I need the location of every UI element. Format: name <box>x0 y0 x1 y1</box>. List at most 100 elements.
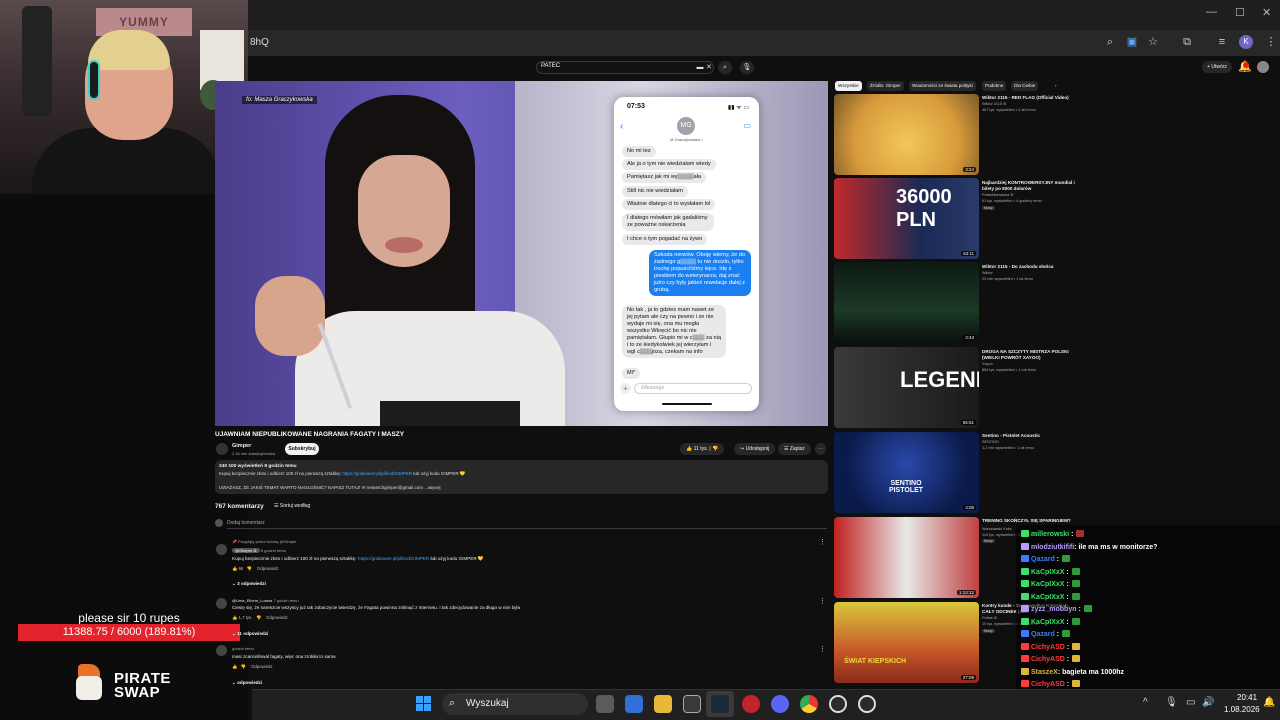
chip-all[interactable]: Wszystkie <box>835 81 862 91</box>
share-button[interactable]: ↪ Udostępnij <box>734 443 776 455</box>
more-actions-button[interactable]: ⋯ <box>815 443 826 455</box>
video-title[interactable]: DROGA NA SZCZYTY MISTRZA POLSKI (WIELKI … <box>982 349 1078 361</box>
comment-menu-icon[interactable]: ⋮ <box>819 538 826 546</box>
video-thumbnail[interactable]: SENTINO PISTOLET 3:08 <box>834 432 979 513</box>
video-description[interactable]: 240 100 wyświetleń 8 godzin temu Kupuj b… <box>215 460 828 494</box>
create-button[interactable]: + Utwórz <box>1202 61 1232 73</box>
chat-username[interactable]: millerowski <box>1031 531 1069 538</box>
video-channel[interactable]: Polsat ⊛ <box>982 616 997 621</box>
chat-username[interactable]: mlodziutkififi <box>1031 544 1074 551</box>
chat-username[interactable]: CichyASD <box>1031 656 1065 663</box>
chat-username[interactable]: KaCpIXxX <box>1031 619 1064 626</box>
video-thumbnail[interactable]: 36000 PLN 53:11 <box>834 178 979 259</box>
chrome-icon[interactable] <box>800 695 818 713</box>
account-avatar[interactable] <box>1257 61 1269 73</box>
video-thumbnail[interactable]: 3:43 <box>834 262 979 343</box>
store-icon[interactable] <box>683 695 701 713</box>
video-thumbnail[interactable]: 1:13:12 <box>834 517 979 598</box>
comment-actions[interactable]: 👍 👎 Odpowiedz <box>232 664 273 670</box>
comment-replies-toggle[interactable]: ⌄ 11 odpowiedzi <box>232 631 268 637</box>
windows-start-icon[interactable] <box>416 696 432 712</box>
video-title[interactable]: Wiktor 2115 - Do zachodu słońca <box>982 264 1078 270</box>
profile-avatar[interactable]: K <box>1239 35 1253 49</box>
chat-username[interactable]: StaszeX <box>1031 669 1058 676</box>
channel-name[interactable]: Gimper <box>232 443 251 449</box>
add-comment-input[interactable]: Dodaj komentarz <box>227 520 265 526</box>
chip-politics[interactable]: Wiadomości ze świata polityki <box>909 81 976 91</box>
comment-actions[interactable]: 👍 96 👎 Odpowiedz <box>232 566 279 572</box>
video-channel[interactable]: Wiktor <box>982 271 993 276</box>
channel-avatar[interactable] <box>216 443 228 455</box>
clear-search-icon[interactable]: ✕ <box>702 61 716 74</box>
mic-icon[interactable]: 🎙 <box>1165 697 1178 708</box>
chip-for-you[interactable]: Dla Ciebie <box>1011 81 1039 91</box>
chat-username[interactable]: Qazard <box>1031 556 1055 563</box>
chat-username[interactable]: KaCpIXxX <box>1031 569 1064 576</box>
taskbar-time[interactable]: 20:41 <box>1237 693 1257 702</box>
video-title[interactable]: Sentino - Pistolet Acoustic <box>982 433 1078 439</box>
chips-next-icon[interactable]: › <box>1052 81 1060 91</box>
menu-icon[interactable]: ⋮ <box>1264 35 1278 49</box>
media-control-icon[interactable]: ≡ <box>1215 35 1229 49</box>
app-red-icon[interactable] <box>742 695 760 713</box>
taskbar-date[interactable]: 1.08.2026 <box>1224 705 1260 714</box>
comment-replies-toggle[interactable]: ⌄ odpowiedzi <box>232 680 262 686</box>
comment-author[interactable]: @Uma_Elhem_Lumos 7 godzin temu <box>232 598 299 603</box>
video-channel[interactable]: Xayoo <box>982 362 993 367</box>
save-button[interactable]: ☰ Zapisz <box>778 443 811 455</box>
comment-menu-icon[interactable]: ⋮ <box>819 645 826 653</box>
video-channel[interactable]: Warszawski Koks <box>982 527 1012 532</box>
volume-icon[interactable]: 🔊 <box>1202 697 1214 708</box>
extension-active-icon[interactable]: ▣ <box>1125 35 1139 49</box>
chat-username[interactable]: CichyASD <box>1031 681 1065 688</box>
video-title[interactable]: Najbardziej KONTROWERSYJNY mundial i bil… <box>982 180 1078 192</box>
comment-actions[interactable]: 👍 1,7 tys. 👎 Odpowiedz <box>232 615 288 621</box>
minimize-button[interactable]: — <box>1206 6 1217 18</box>
search-icon[interactable]: ⌕ <box>718 61 732 74</box>
chevron-up-icon[interactable]: ^ <box>1143 697 1148 708</box>
zoom-icon[interactable]: ⌕ <box>1103 35 1117 49</box>
like-button[interactable]: 👍 11 tys. | 👎 <box>680 443 725 455</box>
folder-icon[interactable] <box>654 695 672 713</box>
voice-search-icon[interactable]: 🎙 <box>740 61 754 74</box>
network-icon[interactable]: ▭ <box>1186 697 1195 708</box>
url-text[interactable]: 8hQ <box>250 37 269 48</box>
video-thumbnail[interactable]: 3:24 <box>834 94 979 175</box>
chip-similar[interactable]: Podobne <box>982 81 1007 91</box>
steam-icon[interactable] <box>711 695 729 713</box>
comment-replies-toggle[interactable]: ⌄ 3 odpowiedzi <box>232 581 266 587</box>
chat-username[interactable]: KaCpIXxX <box>1031 581 1064 588</box>
chat-username[interactable]: CichyASD <box>1031 644 1065 651</box>
video-channel[interactable]: PolskiMaradona ⊛ <box>982 193 1013 198</box>
comment-avatar[interactable] <box>216 544 227 555</box>
discord-icon[interactable] <box>771 695 789 713</box>
notification-icon[interactable]: 🔔 <box>1263 697 1275 708</box>
video-title[interactable]: TRENING SKOŃCZYŁ SIĘ SPARINGIEM? <box>982 518 1078 524</box>
comment-author[interactable]: @Gimper ⊛ 8 godzin temu <box>232 548 286 553</box>
chat-username[interactable]: KaCpIXxX <box>1031 594 1064 601</box>
bookmark-star-icon[interactable]: ☆ <box>1146 35 1160 49</box>
video-thumbnail[interactable]: ŚWIAT KIEPSKICH 27:09 <box>834 602 979 683</box>
comment-author[interactable]: godzin temu <box>232 646 254 651</box>
search-input[interactable] <box>536 61 714 74</box>
sort-comments-button[interactable]: ☰ Sortuj według <box>274 503 310 509</box>
mail-icon[interactable] <box>625 695 643 713</box>
sponsor-link[interactable]: https://goldsaver.pl/pl/kod/GIMPER <box>342 471 412 476</box>
comment-avatar[interactable] <box>216 598 227 609</box>
video-title[interactable]: Wiktor 2115 - RED FLAG (Official Video) <box>982 95 1078 101</box>
comment-avatar[interactable] <box>216 645 227 656</box>
chat-username[interactable]: zyzz_mobbyn <box>1031 606 1077 613</box>
subscribe-button[interactable]: Subskrybuj <box>285 443 319 455</box>
chat-username[interactable]: Qazard <box>1031 631 1055 638</box>
video-channel[interactable]: Wiktor 2115 ⊛ <box>982 102 1006 107</box>
video-channel[interactable]: SENTINO <box>982 440 999 445</box>
comment-menu-icon[interactable]: ⋮ <box>819 597 826 605</box>
video-thumbnail[interactable]: LEGENDY 55:51 <box>834 347 979 428</box>
chip-source[interactable]: Źródło: Gimper <box>867 81 904 91</box>
close-button[interactable]: ✕ <box>1262 6 1271 19</box>
obs2-icon[interactable] <box>858 695 876 713</box>
maximize-button[interactable]: ☐ <box>1235 6 1245 19</box>
obs-icon[interactable] <box>829 695 847 713</box>
extensions-icon[interactable]: ⧉ <box>1180 35 1194 49</box>
file-icon[interactable] <box>596 695 614 713</box>
